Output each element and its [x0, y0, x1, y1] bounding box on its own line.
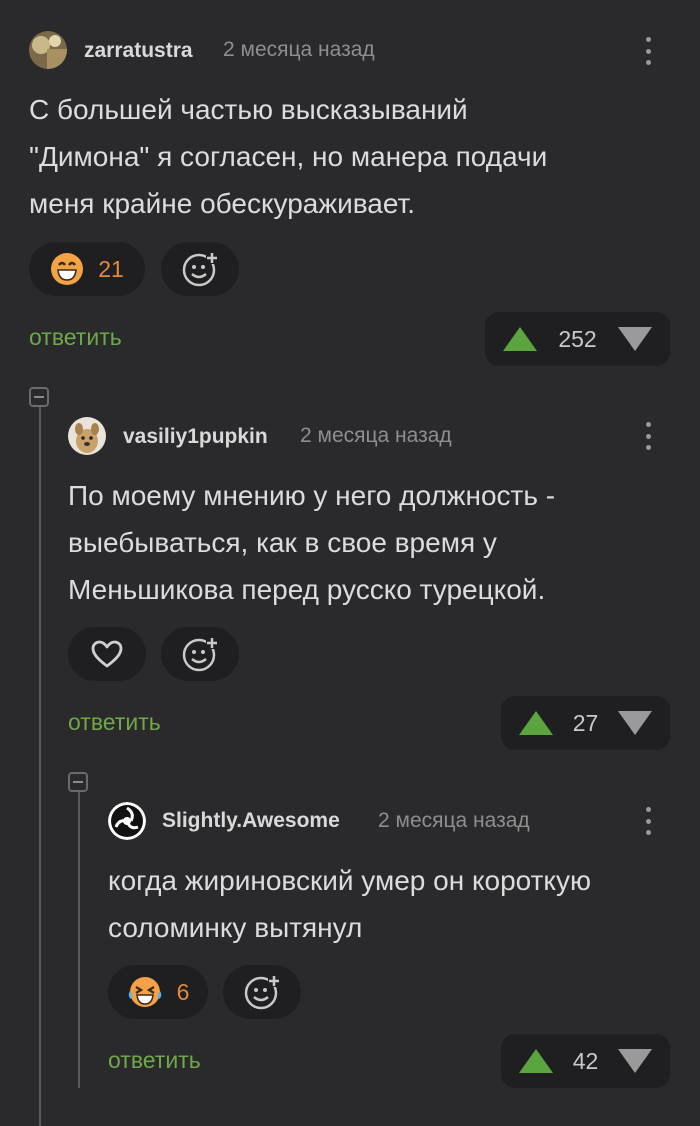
laughing-tears-icon [128, 977, 161, 1007]
add-emoji-icon [182, 637, 218, 672]
more-options-icon[interactable] [636, 33, 660, 69]
reply-link[interactable]: ответить [29, 324, 122, 351]
upvote-button[interactable] [503, 327, 537, 351]
vote-widget: 42 [501, 1034, 670, 1088]
add-emoji-icon [244, 975, 280, 1010]
reaction-button[interactable]: 21 [29, 242, 145, 296]
timestamp: 2 месяца назад [300, 424, 452, 447]
upvote-button[interactable] [519, 711, 553, 735]
reaction-count: 21 [98, 255, 124, 282]
add-reaction-button[interactable] [161, 242, 239, 296]
thread-line-level1 [39, 404, 41, 1126]
author-name[interactable]: vasiliy1pupkin [123, 425, 268, 449]
downvote-button[interactable] [618, 1049, 652, 1073]
comment-text: когда жириновский умер он короткую солом… [108, 865, 591, 943]
vote-count: 252 [558, 325, 597, 352]
upvote-button[interactable] [519, 1049, 553, 1073]
more-options-icon[interactable] [636, 418, 660, 454]
comment-text: По моему мнению у него должность - выебы… [68, 480, 556, 605]
collapse-thread-button[interactable] [29, 387, 49, 407]
add-reaction-button[interactable] [223, 965, 301, 1019]
add-emoji-icon [182, 252, 218, 287]
comment-text: С большей частью высказываний "Димона" я… [29, 94, 548, 219]
avatar[interactable] [108, 802, 146, 840]
avatar[interactable] [29, 31, 67, 69]
reply-link[interactable]: ответить [68, 709, 161, 736]
reply-link[interactable]: ответить [108, 1047, 201, 1074]
grinning-face-icon [51, 253, 84, 285]
timestamp: 2 месяца назад [378, 809, 530, 832]
vote-widget: 252 [485, 312, 670, 366]
author-name[interactable]: Slightly.Awesome [162, 809, 340, 833]
reaction-button[interactable]: 6 [108, 965, 208, 1019]
add-reaction-button[interactable] [161, 627, 239, 681]
like-button[interactable] [68, 627, 146, 681]
heart-icon [91, 640, 123, 668]
author-name[interactable]: zarratustra [84, 39, 193, 63]
collapse-thread-button[interactable] [68, 772, 88, 792]
avatar[interactable] [68, 417, 106, 455]
vote-count: 27 [572, 709, 599, 736]
downvote-button[interactable] [618, 711, 652, 735]
reaction-count: 6 [176, 978, 190, 1005]
more-options-icon[interactable] [636, 803, 660, 839]
vote-count: 42 [572, 1047, 599, 1074]
timestamp: 2 месяца назад [223, 38, 375, 61]
downvote-button[interactable] [618, 327, 652, 351]
thread-line-level2 [78, 790, 80, 1088]
vote-widget: 27 [501, 696, 670, 750]
